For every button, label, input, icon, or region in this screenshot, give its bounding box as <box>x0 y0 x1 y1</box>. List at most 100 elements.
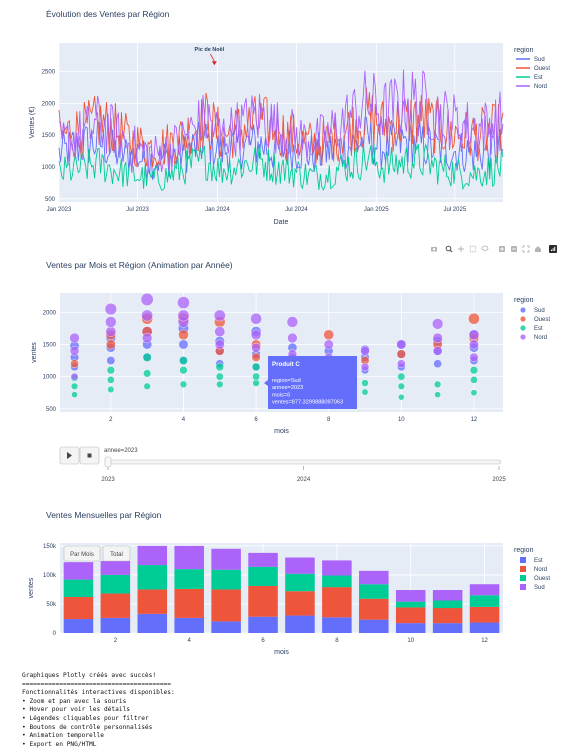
bubble-nord[interactable] <box>104 303 117 316</box>
bar-sud[interactable] <box>285 557 315 574</box>
bubble-ouest[interactable] <box>105 339 116 350</box>
bar-ouest[interactable] <box>322 575 352 588</box>
bubble-ouest[interactable] <box>396 349 406 359</box>
bar-ouest[interactable] <box>248 566 278 586</box>
bubble-nord[interactable] <box>250 312 262 325</box>
stop-button[interactable] <box>79 446 100 465</box>
bar-est[interactable] <box>248 616 278 633</box>
bubble-est[interactable] <box>397 382 405 390</box>
bar-ouest[interactable] <box>359 584 389 599</box>
bubble-est[interactable] <box>252 379 260 387</box>
bubble-ouest[interactable] <box>323 329 334 341</box>
bubble-nord[interactable] <box>250 329 262 341</box>
bubble-est[interactable] <box>434 380 442 388</box>
bubble-sud[interactable] <box>433 359 442 369</box>
button-par-mois[interactable]: Par Mois <box>63 545 101 562</box>
bubble-est[interactable] <box>398 394 405 401</box>
zoom-out-icon[interactable] <box>511 246 517 252</box>
bubble-sud[interactable] <box>178 339 189 350</box>
bubble-est[interactable] <box>470 376 478 384</box>
bar-sud[interactable] <box>100 561 131 575</box>
bubble-nord[interactable] <box>432 332 443 344</box>
bubble-est[interactable] <box>106 366 115 375</box>
bar-nord[interactable] <box>100 593 131 618</box>
bar-sud[interactable] <box>395 590 426 602</box>
bubble-nord[interactable] <box>287 332 298 344</box>
bubble-nord[interactable] <box>397 359 406 369</box>
bubble-nord[interactable] <box>177 309 190 322</box>
bar-nord[interactable] <box>359 598 389 620</box>
bar-ouest[interactable] <box>211 569 241 590</box>
bubble-est[interactable] <box>252 372 260 381</box>
bubble-nord[interactable] <box>469 339 479 350</box>
bubble-est[interactable] <box>143 369 152 378</box>
bar-ouest[interactable] <box>174 569 204 589</box>
bubble-est[interactable] <box>469 366 479 375</box>
bar-nord[interactable] <box>322 587 352 618</box>
bubble-nord[interactable] <box>142 332 153 344</box>
bubble-nord[interactable] <box>469 352 479 362</box>
bubble-est[interactable] <box>142 352 152 362</box>
bubble-nord[interactable] <box>468 329 480 341</box>
lasso-icon[interactable] <box>481 245 489 251</box>
bubble-est[interactable] <box>143 382 151 390</box>
reset-icon[interactable] <box>535 246 541 252</box>
bubble-est[interactable] <box>361 388 369 396</box>
legend-item-nord[interactable]: Nord <box>520 334 547 341</box>
bar-ouest[interactable] <box>469 595 500 607</box>
bar-sud[interactable] <box>322 560 352 576</box>
bubble-est[interactable] <box>71 391 78 398</box>
legend-item-nord[interactable]: Nord <box>520 566 547 573</box>
bubble-est[interactable] <box>361 379 369 387</box>
autoscale-icon[interactable] <box>522 245 530 253</box>
bubble-est[interactable] <box>70 382 79 390</box>
bubble-est[interactable] <box>397 372 406 381</box>
bar-nord[interactable] <box>174 588 204 618</box>
box-select-icon[interactable] <box>469 245 477 253</box>
bubble-est[interactable] <box>215 372 224 381</box>
bar-est[interactable] <box>211 621 241 633</box>
play-button[interactable] <box>59 446 80 465</box>
plotly-logo-icon[interactable] <box>549 245 557 253</box>
bar-est[interactable] <box>100 617 131 633</box>
bar-sud[interactable] <box>137 545 168 566</box>
bubble-nord[interactable] <box>432 318 444 330</box>
legend-item-sud[interactable]: Sud <box>520 307 545 314</box>
bar-est[interactable] <box>137 613 168 633</box>
bar-nord[interactable] <box>432 608 463 624</box>
bubble-est[interactable] <box>216 380 224 388</box>
pan-icon[interactable] <box>458 246 464 252</box>
bar-sud[interactable] <box>63 562 94 580</box>
bubble-sud[interactable] <box>106 356 116 365</box>
bar-nord[interactable] <box>285 591 315 616</box>
bar-ouest[interactable] <box>285 573 315 592</box>
bar-ouest[interactable] <box>137 565 168 590</box>
legend-item-est[interactable]: Est <box>520 557 543 564</box>
bar-ouest[interactable] <box>432 600 463 609</box>
bar-nord[interactable] <box>248 585 278 617</box>
bar-ouest[interactable] <box>63 579 94 597</box>
bubble-nord[interactable] <box>323 339 334 350</box>
legend-item-ouest[interactable]: Ouest <box>516 66 550 72</box>
bar-est[interactable] <box>63 619 94 633</box>
legend-item-ouest[interactable]: Ouest <box>520 575 550 582</box>
bar-sud[interactable] <box>211 548 241 570</box>
bubble-nord[interactable] <box>213 309 226 322</box>
bubble-nord[interactable] <box>70 372 79 381</box>
legend-item-sud[interactable]: Sud <box>516 57 545 63</box>
bar-est[interactable] <box>359 619 389 633</box>
bubble-est[interactable] <box>251 362 261 372</box>
bubble-nord[interactable] <box>251 342 261 353</box>
legend-item-nord[interactable]: Nord <box>516 84 547 90</box>
zoom-in-icon[interactable] <box>499 246 505 252</box>
bubble-est[interactable] <box>434 391 441 398</box>
bar-sud[interactable] <box>359 570 389 585</box>
bubble-nord[interactable] <box>396 339 407 350</box>
bar-est[interactable] <box>322 617 352 633</box>
bar-nord[interactable] <box>395 607 426 624</box>
bubble-est[interactable] <box>470 389 478 397</box>
bubble-ouest[interactable] <box>178 329 189 341</box>
bubble-nord[interactable] <box>140 293 154 306</box>
bar-est[interactable] <box>469 622 500 633</box>
bubble-est[interactable] <box>179 380 188 388</box>
